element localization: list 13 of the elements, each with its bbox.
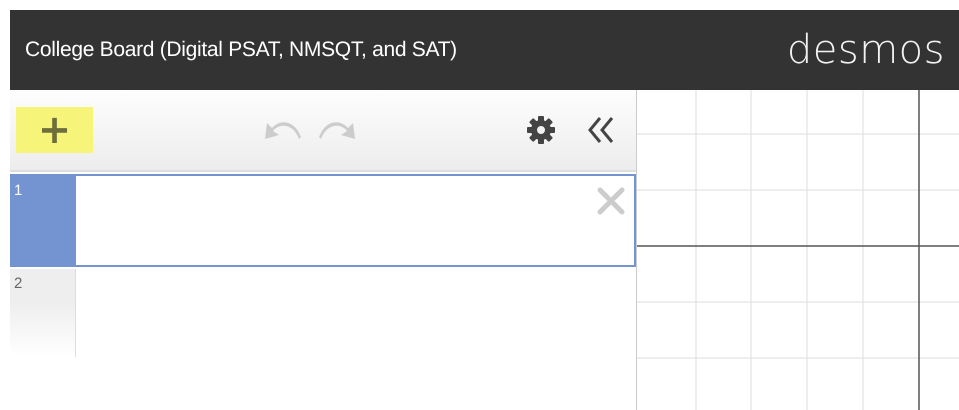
delete-button[interactable] [596, 186, 626, 216]
add-button[interactable]: + [16, 107, 93, 153]
logo: desmos [786, 27, 945, 73]
close-icon [596, 186, 626, 216]
settings-button[interactable] [526, 115, 556, 145]
line-number: 1 [10, 176, 76, 265]
line-number: 2 [10, 269, 76, 357]
collapse-button[interactable] [586, 116, 616, 144]
expression-row[interactable]: 2 [10, 267, 636, 359]
double-chevron-left-icon [586, 116, 616, 144]
expression-row[interactable]: 1 [10, 174, 636, 267]
settings-icon [526, 115, 556, 145]
header-title: College Board (Digital PSAT, NMSQT, and SAT) [25, 38, 457, 62]
